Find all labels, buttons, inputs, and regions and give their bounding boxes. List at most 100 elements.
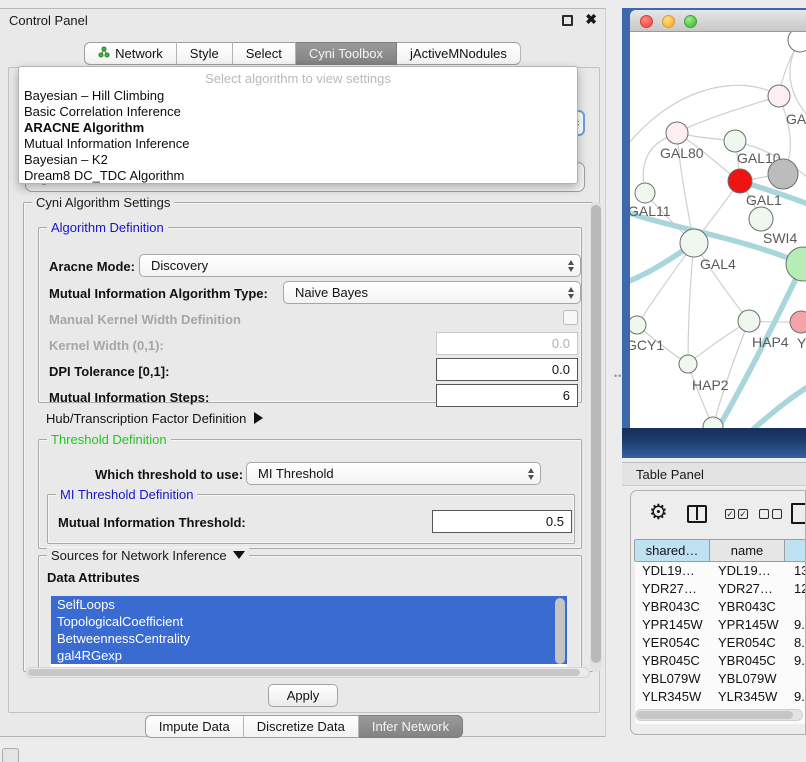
network-node-gray-node[interactable] (768, 159, 798, 189)
sources-group: Sources for Network Inference Data Attri… (38, 555, 582, 671)
aracne-mode-label: Aracne Mode: (49, 259, 135, 274)
control-panel-window: Control Panel ✖ Network Style SelectCyni T… (0, 8, 606, 737)
attribute-item[interactable]: BetweennessCentrality (51, 630, 567, 647)
table-row[interactable]: YDL19…YDL19…13 (635, 562, 806, 580)
attribute-item[interactable]: gal4RGexp (51, 647, 567, 664)
network-node-SWI4[interactable] (749, 207, 773, 231)
show-checked-columns-icon[interactable]: ✓✓ (725, 509, 748, 519)
tab-style[interactable]: Style (177, 42, 233, 65)
mi-type-label: Mutual Information Algorithm Type: (49, 286, 268, 301)
which-threshold-label: Which threshold to use: (95, 467, 243, 482)
network-canvas[interactable]: GALGAL80GAL10GAL1GAL11SWI4GAL4GCY1HAP4YH… (630, 32, 806, 428)
collapsed-arrow-icon (254, 412, 263, 424)
network-node-GAL1[interactable] (728, 169, 752, 193)
node-label-GAL4: GAL4 (700, 256, 736, 272)
hide-columns-icon[interactable] (759, 509, 782, 519)
network-edge[interactable] (750, 382, 806, 428)
network-icon (98, 43, 110, 65)
mi-type-combo[interactable]: Naive Bayes (283, 281, 581, 304)
sources-group-title[interactable]: Sources for Network Inference (47, 548, 249, 563)
manual-kernel-checkbox[interactable] (563, 310, 578, 325)
table-cell: YDL19… (635, 562, 711, 580)
float-window-icon[interactable] (562, 15, 573, 26)
aracne-mode-combo[interactable]: Discovery (139, 254, 581, 277)
close-traffic-icon[interactable] (640, 15, 653, 28)
apply-button[interactable]: Apply (268, 684, 338, 707)
tab-infer-network[interactable]: Infer Network (359, 715, 463, 738)
network-node-GAL-partial[interactable] (768, 85, 790, 107)
network-node-green-right[interactable] (786, 247, 806, 281)
algorithm-option[interactable]: ARACNE Algorithm (19, 120, 577, 136)
tab-jactivemnodules[interactable]: jActiveMNodules (397, 42, 521, 65)
node-label-GAL1: GAL1 (746, 192, 782, 208)
which-threshold-combo[interactable]: MI Threshold (246, 462, 541, 485)
tab-network[interactable]: Network (84, 42, 177, 65)
zoom-traffic-icon[interactable] (684, 15, 697, 28)
data-attributes-list[interactable]: SelfLoopsTopologicalCoefficientBetweenne… (51, 596, 567, 669)
close-icon[interactable]: ✖ (585, 11, 597, 28)
network-window-titlebar[interactable] (630, 10, 806, 32)
gear-icon[interactable]: ⚙ (649, 500, 668, 525)
minimize-traffic-icon[interactable] (662, 15, 675, 28)
file-export-icon[interactable] (791, 503, 806, 524)
column-header-A[interactable]: A (784, 540, 806, 561)
table-cell: 8. (787, 634, 806, 652)
table-row[interactable]: YBL079WYBL079W (635, 670, 806, 688)
network-node-GAL11[interactable] (635, 183, 655, 203)
mi-steps-field[interactable] (436, 384, 578, 407)
kernel-width-field[interactable] (436, 332, 578, 355)
threshold-definition-group: Threshold Definition Which threshold to … (38, 439, 582, 549)
table-toolbar: ⚙ ✓✓ (631, 497, 806, 535)
network-edge[interactable] (637, 243, 694, 325)
settings-vertical-scrollbar[interactable] (590, 202, 602, 672)
tab-label: Style (190, 43, 219, 65)
tab-select[interactable]: Select (233, 42, 296, 65)
hub-definition-toggle[interactable]: Hub/Transcription Factor Definition (46, 411, 263, 426)
network-node-node-bottom[interactable] (703, 417, 723, 428)
panel-divider-handle[interactable]: •• (614, 371, 622, 381)
algorithm-option[interactable]: Mutual Information Inference (19, 136, 577, 152)
tab-cyni-toolbox[interactable]: Cyni Toolbox (296, 42, 397, 65)
mi-threshold-field[interactable] (432, 510, 572, 533)
column-header-shared…[interactable]: shared… (634, 540, 710, 561)
algorithm-popup-placeholder: Select algorithm to view settings (19, 69, 577, 88)
tab-impute-data[interactable]: Impute Data (145, 715, 244, 738)
attribute-item[interactable]: TopologicalCoefficient (51, 613, 567, 630)
network-node-HAP2[interactable] (679, 355, 697, 373)
network-node-node-top-right[interactable] (788, 32, 806, 52)
tab-discretize-data[interactable]: Discretize Data (244, 715, 359, 738)
column-header-name[interactable]: name (709, 540, 785, 561)
algorithm-option[interactable]: Basic Correlation Inference (19, 104, 577, 120)
table-cell (787, 598, 806, 616)
network-node-GAL10[interactable] (724, 130, 746, 152)
table-row[interactable]: YER054CYER054C8. (635, 634, 806, 652)
control-panel-title: Control Panel (9, 13, 88, 28)
table-row[interactable]: YDR27…YDR27…12 (635, 580, 806, 598)
dpi-tolerance-field[interactable] (436, 358, 578, 381)
algorithm-option[interactable]: Bayesian – Hill Climbing (19, 88, 577, 104)
table-cell: YDL19… (711, 562, 787, 580)
column-layout-icon[interactable] (687, 505, 707, 523)
network-edge[interactable] (677, 96, 779, 133)
settings-horizontal-scrollbar[interactable] (26, 667, 590, 678)
network-edge[interactable] (630, 85, 779, 152)
table-row[interactable]: YPR145WYPR145W9. (635, 616, 806, 634)
algorithm-option[interactable]: Dream8 DC_TDC Algorithm (19, 168, 577, 184)
table-cell: YER054C (635, 634, 711, 652)
attribute-item[interactable]: SelfLoops (51, 596, 567, 613)
network-node-Y-partial[interactable] (790, 311, 806, 333)
table-horizontal-scrollbar[interactable] (635, 709, 803, 721)
algorithm-definition-group: Algorithm Definition Aracne Mode: Discov… (38, 227, 582, 403)
node-table[interactable]: shared…nameA YDL19…YDL19…13YDR27…YDR27…1… (635, 539, 806, 724)
algorithm-option[interactable]: Bayesian – K2 (19, 152, 577, 168)
network-edge[interactable] (688, 243, 694, 364)
network-node-HAP4[interactable] (738, 310, 760, 332)
table-row[interactable]: YBR043CYBR043C (635, 598, 806, 616)
network-node-GCY1[interactable] (630, 316, 646, 334)
attributes-scrollbar[interactable] (555, 598, 565, 664)
network-node-GAL80[interactable] (666, 122, 688, 144)
network-node-GAL4[interactable] (680, 229, 708, 257)
bottom-left-widget-icon[interactable] (2, 748, 19, 762)
table-row[interactable]: YBR045CYBR045C9. (635, 652, 806, 670)
table-row[interactable]: YLR345WYLR345W9. (635, 688, 806, 706)
